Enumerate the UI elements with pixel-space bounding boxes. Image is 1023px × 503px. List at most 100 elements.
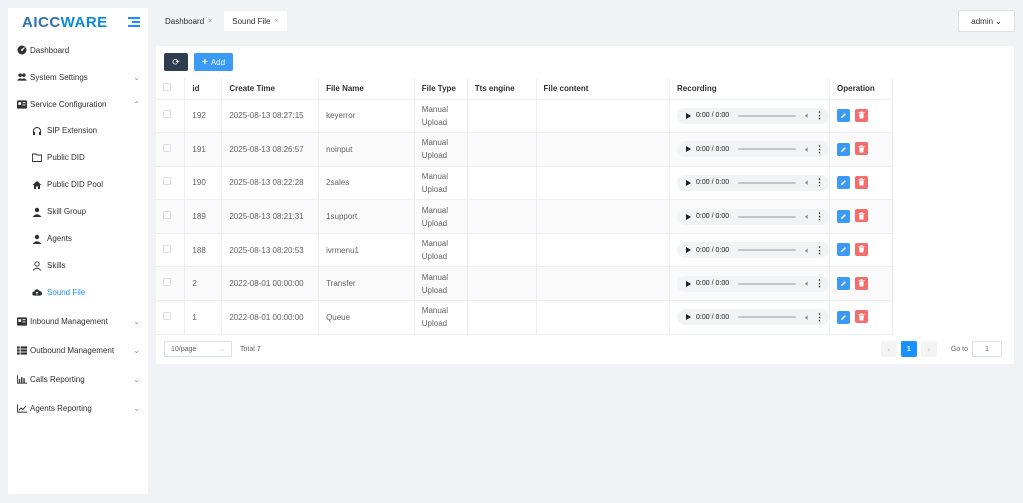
row-checkbox[interactable]	[163, 143, 171, 152]
audio-progress-bar[interactable]	[738, 181, 797, 184]
prev-page-button[interactable]: ‹	[880, 341, 897, 357]
more-options-icon[interactable]: ⋮	[815, 109, 824, 122]
row-select-cell[interactable]	[156, 266, 186, 302]
delete-button[interactable]	[855, 276, 869, 290]
sidebar-subitem-skills[interactable]: Skills	[8, 252, 148, 279]
audio-progress-bar[interactable]	[738, 249, 797, 252]
volume-icon[interactable]: 🔈︎	[805, 210, 810, 223]
play-icon[interactable]	[686, 146, 692, 153]
volume-icon[interactable]: 🔈︎	[805, 311, 810, 324]
delete-button[interactable]	[855, 108, 869, 122]
cell-file-type: Manual Upload	[414, 300, 468, 335]
file-type-line1: Manual	[421, 138, 449, 148]
row-select-cell[interactable]	[156, 233, 186, 268]
more-options-icon[interactable]: ⋮	[815, 143, 824, 156]
sidebar-subitem-agents[interactable]: Agents	[8, 225, 148, 252]
goto-page-input[interactable]	[972, 341, 1002, 357]
play-icon[interactable]	[686, 179, 692, 186]
sidebar-subitem-sound-file[interactable]: Sound File	[8, 279, 148, 306]
edit-button[interactable]	[837, 209, 851, 223]
row-checkbox[interactable]	[163, 244, 171, 253]
sidebar-subitem-sip-extension[interactable]: SIP Extension	[8, 117, 148, 144]
tab-sound-file[interactable]: Sound File ×	[224, 11, 287, 31]
row-select-cell[interactable]	[156, 132, 186, 167]
audio-player[interactable]: 0:00 / 0:00 🔈︎ ⋮	[677, 275, 830, 292]
edit-button[interactable]	[837, 176, 851, 190]
select-all-checkbox[interactable]	[163, 83, 171, 92]
user-menu[interactable]: admin ⌄	[958, 10, 1015, 32]
delete-button[interactable]	[855, 209, 869, 223]
sidebar-subitem-public-did[interactable]: Public DID	[8, 144, 148, 171]
sidebar-item-outbound-management[interactable]: Outbound Management ⌄	[8, 337, 148, 363]
edit-button[interactable]	[837, 310, 851, 324]
refresh-button[interactable]: ⟳	[164, 53, 188, 71]
row-select-cell[interactable]	[156, 166, 186, 201]
page-number-1[interactable]: 1	[900, 341, 917, 357]
close-icon[interactable]: ×	[274, 18, 278, 25]
edit-button[interactable]	[837, 109, 851, 123]
delete-button[interactable]	[855, 242, 869, 256]
play-icon[interactable]	[686, 280, 692, 287]
page-size-select[interactable]: 10/page ⌄	[164, 341, 232, 357]
more-options-icon[interactable]: ⋮	[815, 311, 824, 324]
volume-icon[interactable]: 🔈︎	[805, 277, 810, 290]
delete-button[interactable]	[855, 310, 869, 324]
audio-player[interactable]: 0:00 / 0:00 🔈︎ ⋮	[677, 107, 830, 124]
edit-button[interactable]	[837, 142, 851, 156]
cell-create-time: 2025-08-13 08:22:28	[221, 166, 320, 201]
volume-icon[interactable]: 🔈︎	[805, 109, 810, 122]
play-icon[interactable]	[686, 112, 692, 119]
row-select-cell[interactable]	[156, 300, 186, 335]
delete-button[interactable]	[855, 175, 869, 189]
audio-progress-bar[interactable]	[738, 316, 797, 319]
audio-progress-bar[interactable]	[738, 114, 797, 117]
more-options-icon[interactable]: ⋮	[815, 210, 824, 223]
sidebar-item-calls-reporting[interactable]: Calls Reporting ⌄	[8, 366, 148, 392]
audio-progress-bar[interactable]	[738, 148, 797, 151]
row-select-cell[interactable]	[156, 199, 186, 234]
sidebar-item-dashboard[interactable]: Dashboard	[8, 37, 148, 63]
add-button[interactable]: + Add	[194, 53, 234, 71]
more-options-icon[interactable]: ⋮	[815, 277, 824, 290]
play-icon[interactable]	[686, 247, 692, 254]
edit-button[interactable]	[837, 243, 851, 257]
row-checkbox[interactable]	[163, 177, 171, 186]
more-options-icon[interactable]: ⋮	[815, 244, 824, 257]
sidebar-subitem-public-did-pool[interactable]: Public DID Pool	[8, 171, 148, 198]
volume-icon[interactable]: 🔈︎	[805, 244, 810, 257]
audio-player[interactable]: 0:00 / 0:00 🔈︎ ⋮	[677, 174, 830, 191]
volume-icon[interactable]: 🔈︎	[805, 176, 810, 189]
edit-button[interactable]	[837, 277, 851, 291]
menu-collapse-icon[interactable]	[128, 17, 140, 27]
play-icon[interactable]	[686, 213, 692, 220]
sidebar-item-system-settings[interactable]: System Settings ⌄	[8, 64, 148, 90]
audio-player[interactable]: 0:00 / 0:00 🔈︎ ⋮	[677, 141, 830, 158]
sidebar-item-agents-reporting[interactable]: Agents Reporting ⌄	[8, 395, 148, 421]
sidebar-subitem-skill-group[interactable]: Skill Group	[8, 198, 148, 225]
row-checkbox[interactable]	[163, 278, 171, 287]
select-all-header[interactable]	[156, 78, 186, 100]
row-checkbox[interactable]	[163, 311, 171, 320]
next-page-button[interactable]: ›	[920, 341, 937, 357]
audio-player[interactable]: 0:00 / 0:00 🔈︎ ⋮	[677, 242, 830, 259]
close-icon[interactable]: ×	[208, 18, 212, 25]
volume-icon[interactable]: 🔈︎	[805, 143, 810, 156]
sidebar-item-service-configuration[interactable]: Service Configuration ⌃	[8, 91, 148, 117]
audio-progress-bar[interactable]	[738, 215, 797, 218]
audio-player[interactable]: 0:00 / 0:00 🔈︎ ⋮	[677, 309, 830, 326]
delete-button[interactable]	[855, 142, 869, 156]
tab-dashboard[interactable]: Dashboard ×	[157, 11, 220, 31]
row-checkbox[interactable]	[163, 211, 171, 220]
row-select-cell[interactable]	[156, 99, 186, 134]
row-checkbox[interactable]	[163, 110, 171, 119]
sidebar-item-label: Outbound Management	[30, 345, 115, 355]
sidebar-item-inbound-management[interactable]: Inbound Management ⌄	[8, 308, 148, 334]
column-header-file-type: File Type	[414, 78, 468, 100]
audio-progress-bar[interactable]	[738, 282, 797, 285]
audio-player[interactable]: 0:00 / 0:00 🔈︎ ⋮	[677, 208, 830, 225]
table-row: 189 2025-08-13 08:21:31 1support Manual Uplo…	[156, 199, 893, 234]
more-options-icon[interactable]: ⋮	[815, 176, 824, 189]
sidebar-subitem-label: Public DID Pool	[47, 180, 104, 189]
bar-chart-icon	[17, 374, 27, 384]
play-icon[interactable]	[686, 314, 692, 321]
